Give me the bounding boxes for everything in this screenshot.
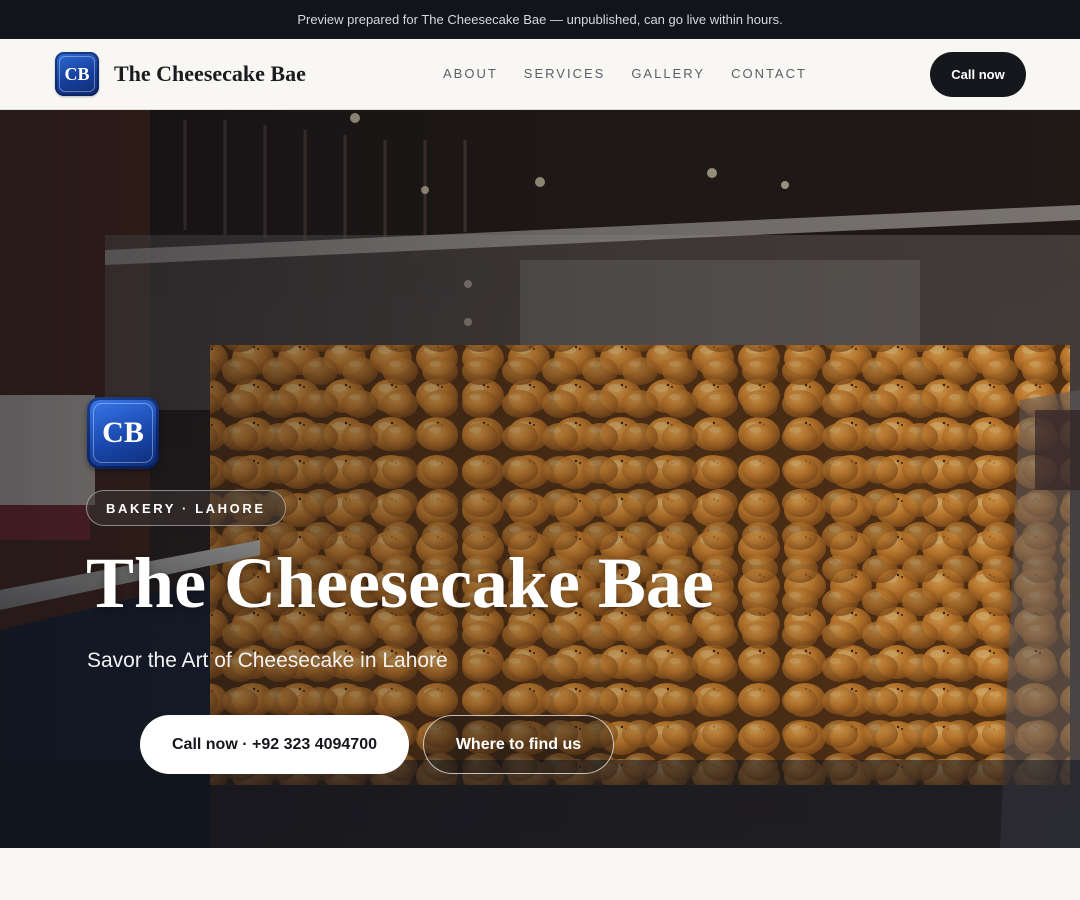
site-header: CB The Cheesecake Bae ABOUT SERVICES GAL… (0, 39, 1080, 110)
hero-section: CB BAKERY · LAHORE The Cheesecake Bae Sa… (0, 110, 1080, 848)
main-nav: ABOUT SERVICES GALLERY CONTACT (443, 66, 807, 81)
preview-banner-text: Preview prepared for The Cheesecake Bae … (297, 12, 783, 27)
nav-link-services[interactable]: SERVICES (524, 66, 606, 81)
call-phone-button[interactable]: Call now · +92 323 4094700 (140, 715, 409, 774)
nav-link-gallery[interactable]: GALLERY (631, 66, 705, 81)
brand-logo-text: CB (59, 56, 95, 92)
nav-link-contact[interactable]: CONTACT (731, 66, 807, 81)
category-badge: BAKERY · LAHORE (86, 490, 286, 526)
hero-logo: CB (87, 397, 159, 469)
nav-link-about[interactable]: ABOUT (443, 66, 498, 81)
find-us-button[interactable]: Where to find us (423, 715, 614, 774)
header-call-button[interactable]: Call now (930, 52, 1026, 97)
hero-logo-text: CB (93, 403, 153, 463)
preview-banner: Preview prepared for The Cheesecake Bae … (0, 0, 1080, 39)
brand-logo[interactable]: CB (55, 52, 99, 96)
hero-subtitle: Savor the Art of Cheesecake in Lahore (87, 649, 448, 672)
next-section (0, 848, 1080, 900)
brand-name[interactable]: The Cheesecake Bae (114, 61, 306, 87)
hero-title: The Cheesecake Bae (86, 543, 714, 623)
